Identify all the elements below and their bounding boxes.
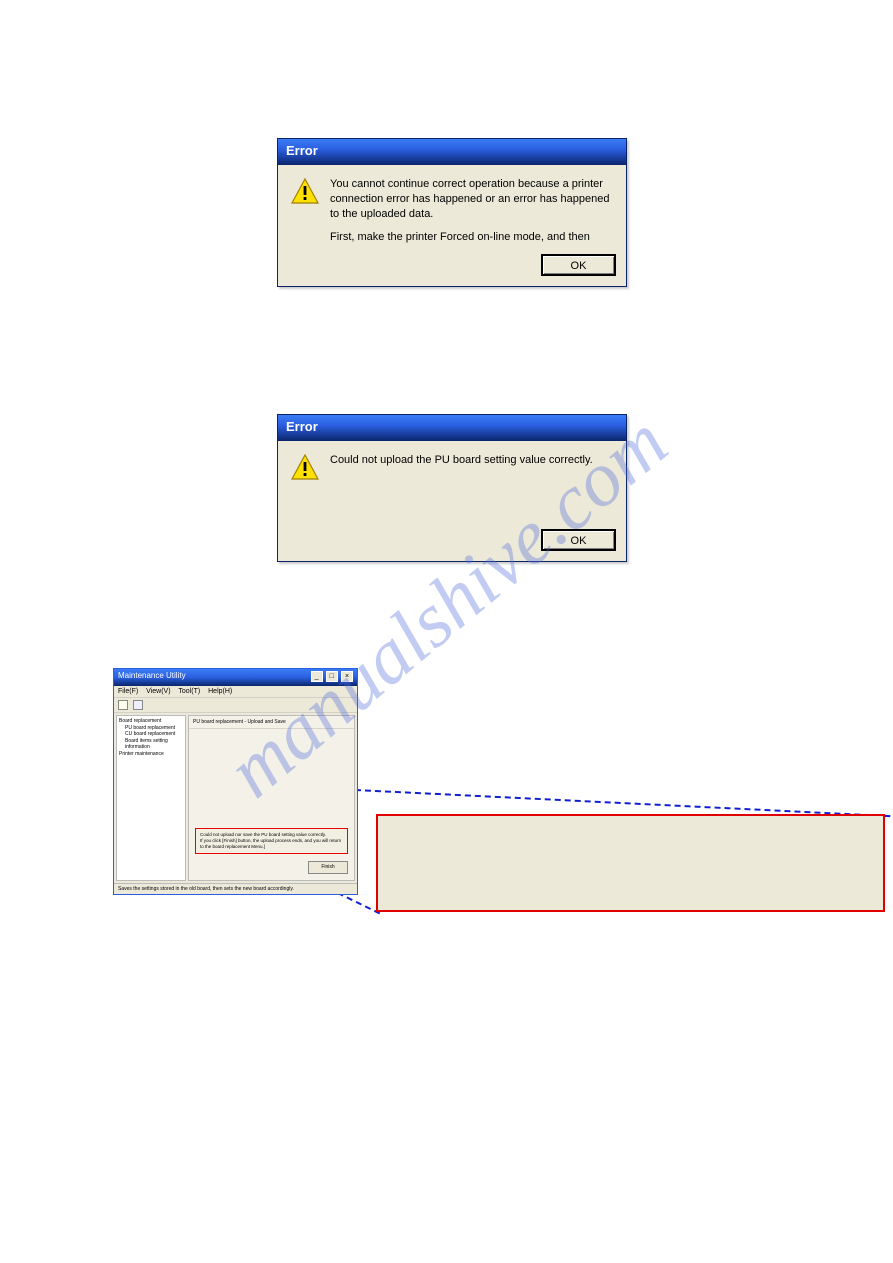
dialog1-title: Error: [278, 139, 626, 165]
zoom-callout-box: [376, 814, 885, 912]
dialog2-ok-button[interactable]: OK: [541, 529, 616, 551]
dialog2-msg: Could not upload the PU board setting va…: [330, 453, 593, 468]
toolbar-icon-2[interactable]: [133, 700, 143, 710]
menu-help[interactable]: Help(H): [208, 688, 232, 695]
tree-item-settings[interactable]: Board items setting information: [119, 738, 183, 751]
menu-view[interactable]: View(V): [146, 688, 170, 695]
dialog1-line1: You cannot continue correct operation be…: [330, 177, 614, 222]
tree-root-printer[interactable]: Printer maintenance: [119, 751, 183, 758]
menu-file[interactable]: File(F): [118, 688, 138, 695]
close-icon[interactable]: ×: [341, 671, 353, 682]
error-dialog-1: Error You cannot continue correct operat…: [277, 138, 627, 287]
dialog1-ok-button[interactable]: OK: [541, 254, 616, 276]
minimize-icon[interactable]: _: [311, 671, 323, 682]
tree-item-cu[interactable]: CU board replacement: [119, 731, 183, 738]
warning-icon: [290, 453, 320, 483]
callout-connector-top: [335, 788, 890, 817]
warning-icon: [290, 177, 320, 207]
menu-tool[interactable]: Tool(T): [178, 688, 200, 695]
dialog2-title: Error: [278, 415, 626, 441]
dialog1-line2: First, make the printer Forced on-line m…: [330, 230, 614, 245]
appwin-title: Maintenance Utility: [118, 671, 186, 686]
toolbar: [114, 698, 357, 713]
highlighted-message-box: Could not upload nor save the PU board s…: [195, 828, 348, 854]
panel-title: PU board replacement - Upload and Save: [189, 716, 354, 729]
maintenance-utility-window: Maintenance Utility _ □ × File(F) View(V…: [113, 668, 358, 895]
finish-button[interactable]: Finish: [308, 861, 348, 874]
nav-tree[interactable]: Board replacement PU board replacement C…: [116, 715, 186, 881]
toolbar-icon-1[interactable]: [118, 700, 128, 710]
menubar: File(F) View(V) Tool(T) Help(H): [114, 686, 357, 698]
msg-line2: If you click [Finish] button, the upload…: [200, 838, 343, 850]
window-controls: _ □ ×: [310, 671, 353, 686]
statusbar: Saves the settings stored in the old boa…: [114, 883, 357, 894]
maximize-icon[interactable]: □: [326, 671, 338, 682]
right-panel: PU board replacement - Upload and Save C…: [188, 715, 355, 881]
error-dialog-2: Error Could not upload the PU board sett…: [277, 414, 627, 562]
